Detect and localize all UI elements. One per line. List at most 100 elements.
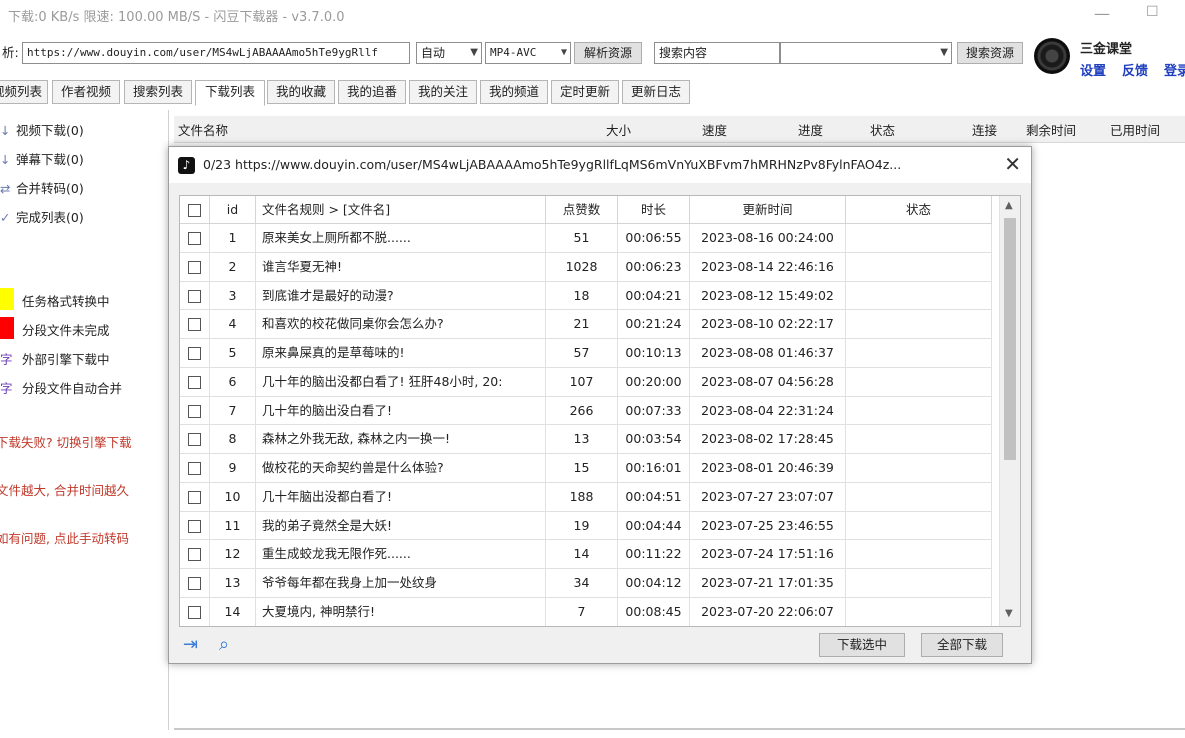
sidebar-item-label: 弹幕下载(0) <box>16 152 84 167</box>
tab-video-list[interactable]: 视频列表 <box>0 80 48 104</box>
row-checkbox-cell[interactable] <box>180 339 210 368</box>
export-list-icon[interactable]: ⇥ <box>183 634 198 655</box>
column-header[interactable]: 已用时间 <box>1110 120 1160 139</box>
row-filename: 重生成蛟龙我无限作死...... <box>256 540 546 569</box>
settings-link[interactable]: 设置 <box>1080 60 1106 79</box>
scroll-down-icon[interactable]: ▼ <box>1005 608 1013 619</box>
row-checkbox-cell[interactable] <box>180 224 210 253</box>
minimize-icon[interactable]: — <box>1094 4 1110 23</box>
row-checkbox[interactable] <box>188 548 201 562</box>
row-checkbox[interactable] <box>188 577 201 590</box>
scrollbar-thumb[interactable] <box>1004 218 1016 460</box>
row-likes: 15 <box>546 454 618 483</box>
search-button[interactable]: 搜索资源 <box>957 42 1023 64</box>
login-link[interactable]: 登录 <box>1164 60 1185 79</box>
row-checkbox[interactable] <box>188 490 201 504</box>
column-header-status[interactable]: 状态 <box>846 196 992 224</box>
row-checkbox-cell[interactable] <box>180 511 210 541</box>
sidebar-item-video-download[interactable]: ↓ 视频下载(0) <box>0 120 84 139</box>
row-id: 7 <box>210 396 256 426</box>
row-checkbox[interactable] <box>188 318 201 332</box>
column-header-updated[interactable]: 更新时间 <box>690 196 846 224</box>
maximize-icon[interactable]: ☐ <box>1146 4 1159 20</box>
select-all-checkbox-cell[interactable] <box>180 196 210 224</box>
vertical-scrollbar[interactable]: ▲ ▼ <box>999 196 1020 626</box>
column-header[interactable]: 连接 <box>972 120 997 139</box>
row-updated: 2023-07-25 23:46:55 <box>690 511 846 541</box>
tab-changelog[interactable]: 更新日志 <box>622 80 690 104</box>
row-checkbox-cell[interactable] <box>180 281 210 311</box>
row-checkbox-cell[interactable] <box>180 454 210 483</box>
column-header[interactable]: 速度 <box>702 120 727 139</box>
chevron-down-icon: ▼ <box>470 47 478 58</box>
legend-glyph: 字 <box>0 381 13 396</box>
row-checkbox[interactable] <box>188 375 201 389</box>
row-checkbox-cell[interactable] <box>180 569 210 598</box>
hint-manual-transcode[interactable]: 如有问题, 点此手动转码 <box>0 528 129 547</box>
row-checkbox-cell[interactable] <box>180 367 210 397</box>
url-input[interactable]: https://www.douyin.com/user/MS4wLjABAAAA… <box>22 42 410 64</box>
parse-button[interactable]: 解析资源 <box>574 42 642 64</box>
row-checkbox[interactable] <box>188 347 201 360</box>
column-header[interactable]: 状态 <box>870 120 895 139</box>
column-header[interactable]: 剩余时间 <box>1026 120 1076 139</box>
row-updated: 2023-08-02 17:28:45 <box>690 425 846 454</box>
row-checkbox[interactable] <box>188 433 201 447</box>
tab-download-list[interactable]: 下载列表 <box>195 80 265 106</box>
tab-scheduled-update[interactable]: 定时更新 <box>551 80 619 104</box>
select-all-checkbox[interactable] <box>188 204 201 217</box>
row-updated: 2023-08-08 01:46:37 <box>690 339 846 368</box>
row-id: 9 <box>210 454 256 483</box>
chevron-down-icon: ▼ <box>940 47 948 58</box>
sidebar-item-danmaku-download[interactable]: ↓ 弹幕下载(0) <box>0 149 84 168</box>
column-header-duration[interactable]: 时长 <box>618 196 690 224</box>
row-checkbox[interactable] <box>188 289 201 303</box>
row-checkbox-cell[interactable] <box>180 482 210 512</box>
format-select[interactable]: MP4-AVC ▼ <box>485 42 571 64</box>
tab-author-videos[interactable]: 作者视频 <box>52 80 120 104</box>
tab-search-list[interactable]: 搜索列表 <box>124 80 192 104</box>
row-id: 14 <box>210 597 256 626</box>
row-checkbox[interactable] <box>188 605 201 619</box>
row-updated: 2023-08-04 22:31:24 <box>690 396 846 426</box>
feedback-link[interactable]: 反馈 <box>1122 60 1148 79</box>
mode-select[interactable]: 自动 ▼ <box>416 42 482 64</box>
download-selected-button[interactable]: 下载选中 <box>819 633 905 657</box>
avatar[interactable] <box>1034 38 1070 74</box>
sidebar-item-completed[interactable]: ✓ 完成列表(0) <box>0 207 84 226</box>
row-checkbox-cell[interactable] <box>180 252 210 282</box>
tab-channels[interactable]: 我的频道 <box>480 80 548 104</box>
search-list-icon[interactable]: ⌕ <box>219 634 229 655</box>
row-likes: 34 <box>546 569 618 598</box>
row-checkbox-cell[interactable] <box>180 396 210 426</box>
column-header[interactable]: 文件名称 <box>178 120 228 139</box>
row-checkbox-cell[interactable] <box>180 597 210 626</box>
search-history-select[interactable]: ▼ <box>780 42 952 64</box>
column-header-id[interactable]: id <box>210 196 256 224</box>
column-header-filename[interactable]: 文件名规则 > [文件名] <box>256 196 546 224</box>
row-likes: 188 <box>546 482 618 512</box>
search-input[interactable]: 搜索内容 <box>654 42 780 64</box>
download-all-button[interactable]: 全部下载 <box>921 633 1003 657</box>
row-checkbox[interactable] <box>188 260 201 274</box>
row-checkbox-cell[interactable] <box>180 425 210 454</box>
scroll-up-icon[interactable]: ▲ <box>1005 200 1013 211</box>
row-checkbox[interactable] <box>188 404 201 418</box>
close-icon[interactable]: ✕ <box>1004 152 1021 176</box>
column-header[interactable]: 大小 <box>606 120 631 139</box>
hint-switch-engine[interactable]: 下载失败? 切换引擎下载 <box>0 432 132 451</box>
row-checkbox[interactable] <box>188 232 201 245</box>
chevron-down-icon: ▼ <box>560 47 567 58</box>
row-checkbox[interactable] <box>188 519 201 533</box>
row-status <box>846 224 992 253</box>
row-checkbox[interactable] <box>188 462 201 475</box>
merge-icon: ⇄ <box>0 181 11 196</box>
tab-favorites[interactable]: 我的收藏 <box>267 80 335 104</box>
tab-following-anime[interactable]: 我的追番 <box>338 80 406 104</box>
column-header[interactable]: 进度 <box>798 120 823 139</box>
row-checkbox-cell[interactable] <box>180 540 210 569</box>
column-header-likes[interactable]: 点赞数 <box>546 196 618 224</box>
row-checkbox-cell[interactable] <box>180 310 210 339</box>
tab-following[interactable]: 我的关注 <box>409 80 477 104</box>
sidebar-item-merge-transcode[interactable]: ⇄ 合并转码(0) <box>0 178 84 197</box>
